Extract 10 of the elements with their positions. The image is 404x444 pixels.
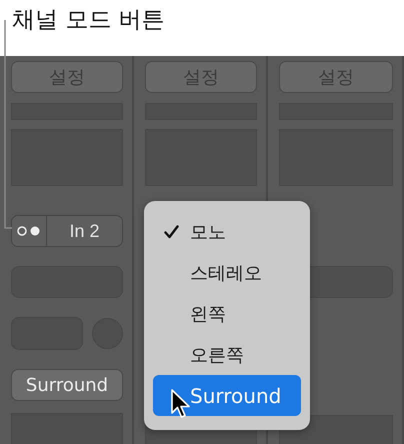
menu-item[interactable]: 오른쪽	[153, 334, 301, 375]
menu-item[interactable]: 스테레오	[153, 252, 301, 293]
cursor-icon	[170, 388, 192, 420]
format-button[interactable]: Surround	[11, 369, 123, 401]
mono-icon	[17, 226, 41, 236]
menu-item[interactable]: 모노	[153, 211, 301, 252]
menu-item[interactable]: Surround	[153, 375, 301, 416]
channel-mode-button[interactable]: In 2	[11, 215, 123, 247]
callout-label: 채널 모드 버튼	[12, 6, 165, 35]
menu-item[interactable]: 왼쪽	[153, 293, 301, 334]
